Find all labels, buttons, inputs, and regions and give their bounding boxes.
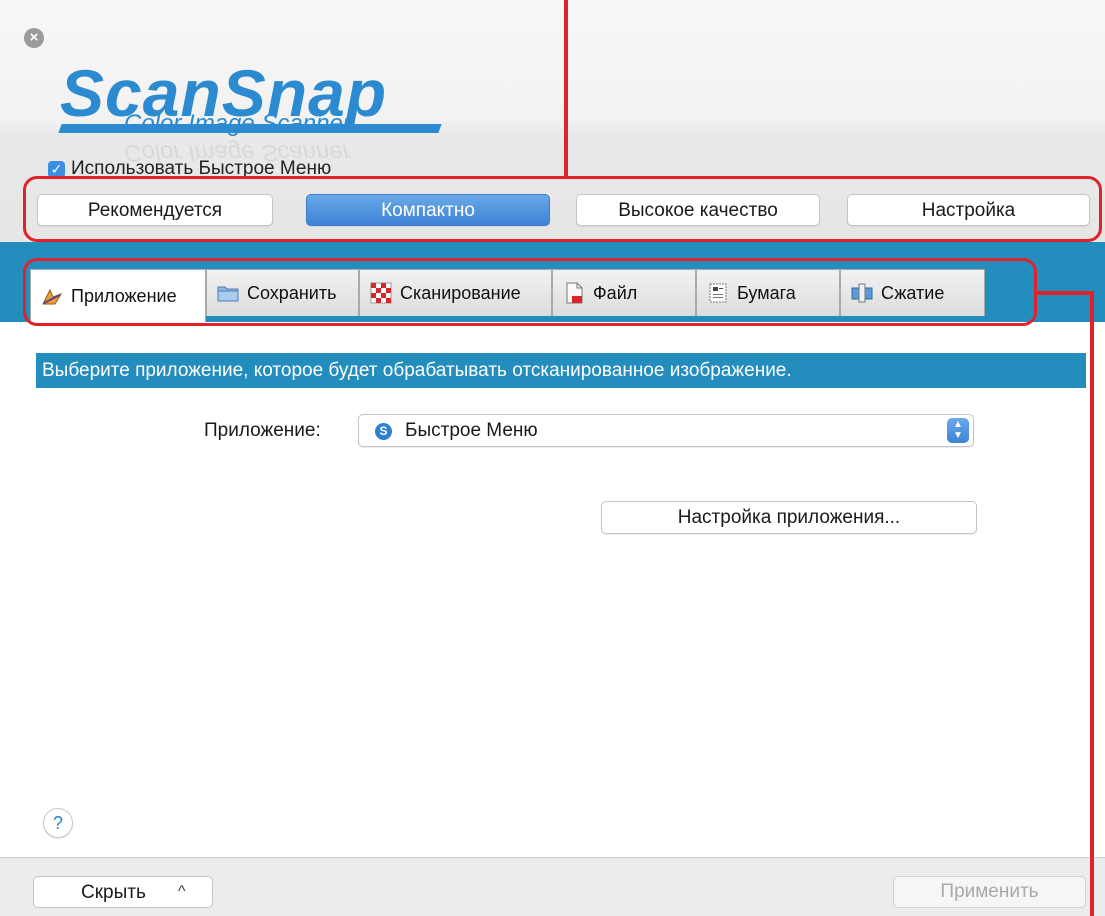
annotation-callout-line-right-v: [1090, 291, 1094, 916]
application-settings-button[interactable]: Настройка приложения...: [601, 501, 977, 534]
quick-menu-checkbox[interactable]: ✓: [48, 160, 65, 178]
select-stepper-icon[interactable]: ▲ ▼: [947, 418, 969, 443]
help-icon[interactable]: ?: [43, 808, 73, 838]
scansnap-settings-window: × ScanSnap Color Image Scanner Color Ima…: [0, 0, 1105, 916]
logo-subtitle: Color Image Scanner: [124, 110, 351, 137]
stepper-up-icon: ▲: [953, 419, 963, 430]
scansnap-quick-menu-icon: S: [375, 423, 392, 440]
instruction-banner: Выберите приложение, которое будет обраб…: [36, 353, 1086, 388]
footer-bar: Скрыть ^ Применить: [0, 857, 1105, 916]
application-label: Приложение:: [204, 420, 321, 441]
chevron-up-icon: ^: [178, 883, 186, 900]
annotation-callout-line-top: [564, 0, 568, 178]
apply-button[interactable]: Применить: [893, 876, 1086, 908]
stepper-down-icon: ▼: [953, 430, 963, 441]
annotation-callout-line-right-h: [1036, 291, 1094, 295]
close-icon[interactable]: ×: [24, 28, 44, 48]
hide-button[interactable]: Скрыть ^: [33, 876, 213, 908]
annotation-box-scan-modes: [23, 176, 1102, 242]
application-select-value: Быстрое Меню: [405, 420, 538, 441]
annotation-box-tabs: [23, 258, 1037, 326]
hide-button-label: Скрыть: [81, 882, 146, 903]
scansnap-logo: ScanSnap Color Image Scanner Color Image…: [58, 58, 520, 168]
application-select[interactable]: S Быстрое Меню ▲ ▼: [358, 414, 974, 447]
